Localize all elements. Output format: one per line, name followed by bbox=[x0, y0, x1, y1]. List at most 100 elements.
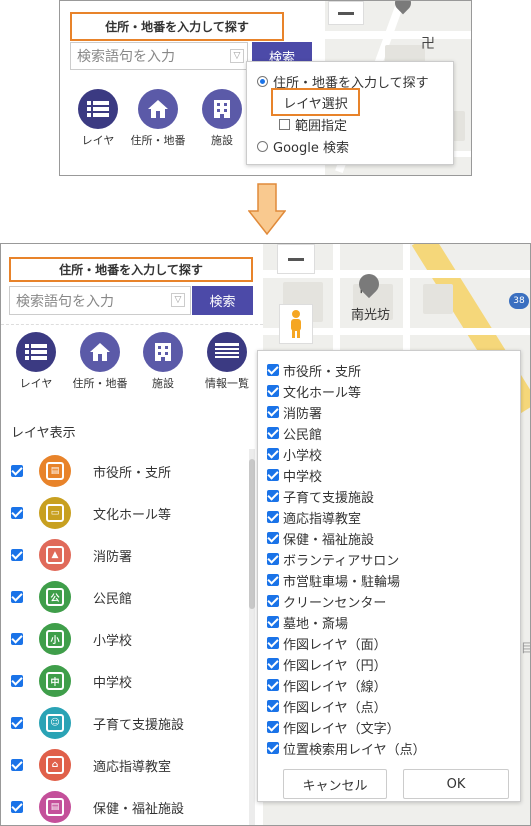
checkbox-checked-icon[interactable] bbox=[267, 595, 279, 607]
checkbox-empty-icon bbox=[279, 119, 290, 130]
checkbox-checked-icon[interactable] bbox=[11, 675, 23, 687]
dialog-layer-item[interactable]: 墓地・斎場 bbox=[267, 612, 348, 632]
layer-row[interactable]: ▲ 消防署 bbox=[11, 535, 246, 575]
checkbox-checked-icon[interactable] bbox=[267, 553, 279, 565]
radio-selected-icon bbox=[257, 76, 268, 87]
search-mode-title: 住所・地番を入力して探す bbox=[9, 257, 253, 282]
layer-select-highlight[interactable]: レイヤ選択 bbox=[271, 88, 360, 116]
checkbox-checked-icon[interactable] bbox=[267, 385, 279, 397]
search-input[interactable]: 検索語句を入力 bbox=[70, 42, 248, 70]
radio-icon bbox=[257, 141, 268, 152]
arrow-down-icon bbox=[248, 183, 286, 235]
dialog-layer-item[interactable]: クリーンセンター bbox=[267, 591, 386, 611]
checkbox-checked-icon[interactable] bbox=[267, 637, 279, 649]
community-center-icon: 公 bbox=[39, 581, 71, 613]
checkbox-checked-icon[interactable] bbox=[267, 448, 279, 460]
checkbox-checked-icon[interactable] bbox=[267, 511, 279, 523]
fire-station-icon: ▲ bbox=[39, 539, 71, 571]
checkbox-checked-icon[interactable] bbox=[11, 801, 23, 813]
dialog-layer-item[interactable]: 作図レイヤ（面） bbox=[267, 633, 387, 653]
street-view-button[interactable] bbox=[279, 304, 313, 344]
checkbox-checked-icon[interactable] bbox=[267, 679, 279, 691]
elementary-school-icon: 小 bbox=[39, 623, 71, 655]
nav-address[interactable]: 住所・地番 bbox=[68, 332, 132, 391]
checkbox-checked-icon[interactable] bbox=[267, 532, 279, 544]
dialog-layer-item[interactable]: 小学校 bbox=[267, 444, 322, 464]
option-range[interactable]: 範囲指定 bbox=[279, 115, 347, 134]
checkbox-checked-icon[interactable] bbox=[11, 759, 23, 771]
layer-row[interactable]: ⌂ 適応指導教室 bbox=[11, 745, 246, 785]
search-mode-popup: 住所・地番を入力して探す レイヤ選択 範囲指定 Google 検索 bbox=[246, 61, 454, 165]
dialog-layer-item[interactable]: 市役所・支所 bbox=[267, 360, 361, 380]
house-icon bbox=[138, 89, 178, 129]
checkbox-checked-icon[interactable] bbox=[267, 658, 279, 670]
checkbox-checked-icon[interactable] bbox=[267, 721, 279, 733]
junior-high-icon: 中 bbox=[39, 665, 71, 697]
welfare-icon: ▤ bbox=[39, 791, 71, 823]
checkbox-checked-icon[interactable] bbox=[267, 574, 279, 586]
nav-layer[interactable]: レイヤ bbox=[66, 89, 130, 148]
pegman-icon bbox=[291, 310, 301, 338]
chevron-down-icon[interactable]: ▽ bbox=[230, 49, 244, 63]
guidance-room-icon: ⌂ bbox=[39, 749, 71, 781]
dialog-layer-item[interactable]: 消防署 bbox=[267, 402, 322, 422]
scrollbar-thumb[interactable] bbox=[249, 459, 255, 609]
dialog-layer-item[interactable]: 市営駐車場・駐輪場 bbox=[267, 570, 400, 590]
checkbox-checked-icon[interactable] bbox=[11, 633, 23, 645]
zoom-out-button[interactable] bbox=[277, 244, 315, 274]
layer-row[interactable]: ▤ 市役所・支所 bbox=[11, 451, 246, 491]
checkbox-checked-icon[interactable] bbox=[267, 364, 279, 376]
search-input[interactable]: 検索語句を入力 bbox=[9, 286, 191, 315]
dialog-layer-item[interactable]: 公民館 bbox=[267, 423, 322, 443]
checkbox-checked-icon[interactable] bbox=[11, 465, 23, 477]
dialog-layer-item[interactable]: 中学校 bbox=[267, 465, 322, 485]
checkbox-checked-icon[interactable] bbox=[267, 469, 279, 481]
checkbox-checked-icon[interactable] bbox=[11, 591, 23, 603]
dialog-layer-item[interactable]: 作図レイヤ（円） bbox=[267, 654, 387, 674]
chevron-down-icon[interactable]: ▽ bbox=[171, 293, 185, 307]
dialog-layer-item[interactable]: 位置検索用レイヤ（点） bbox=[267, 738, 426, 758]
nav-layer[interactable]: レイヤ bbox=[4, 332, 68, 391]
city-hall-icon: ▤ bbox=[39, 455, 71, 487]
dialog-layer-item[interactable]: 文化ホール等 bbox=[267, 381, 361, 401]
checkbox-checked-icon[interactable] bbox=[11, 507, 23, 519]
nav-info-list[interactable]: 情報一覧 bbox=[195, 332, 259, 391]
layer-row[interactable]: 小 小学校 bbox=[11, 619, 246, 659]
nav-facility[interactable]: 施設 bbox=[131, 332, 195, 391]
checkbox-checked-icon[interactable] bbox=[267, 427, 279, 439]
checkbox-checked-icon[interactable] bbox=[11, 717, 23, 729]
scrollbar[interactable] bbox=[249, 449, 255, 825]
checkbox-checked-icon[interactable] bbox=[267, 490, 279, 502]
search-mode-title: 住所・地番を入力して探す bbox=[70, 12, 284, 41]
checkbox-checked-icon[interactable] bbox=[267, 742, 279, 754]
dialog-layer-item[interactable]: 作図レイヤ（線） bbox=[267, 675, 387, 695]
dialog-layer-item[interactable]: 子育て支援施設 bbox=[267, 486, 374, 506]
map-area-label: 南光坊 bbox=[351, 308, 391, 323]
option-google[interactable]: Google 検索 bbox=[257, 137, 349, 156]
bottom-screenshot: 卍 南光坊 38 丁目 住所・地番を入力して探す 検索語句を入力 ▽ 検索 レイ… bbox=[0, 243, 531, 826]
ok-button[interactable]: OK bbox=[403, 769, 509, 799]
cancel-button[interactable]: キャンセル bbox=[283, 769, 387, 799]
layer-row[interactable]: ▭ 文化ホール等 bbox=[11, 493, 246, 533]
dialog-layer-item[interactable]: 作図レイヤ（点） bbox=[267, 696, 387, 716]
layer-row[interactable]: 公 公民館 bbox=[11, 577, 246, 617]
zoom-out-button[interactable] bbox=[328, 1, 364, 25]
dialog-layer-item[interactable]: 作図レイヤ（文字） bbox=[267, 717, 400, 737]
dialog-layer-item[interactable]: 適応指導教室 bbox=[267, 507, 361, 527]
layer-row[interactable]: ▤ 保健・福祉施設 bbox=[11, 787, 246, 825]
layer-row[interactable]: 中 中学校 bbox=[11, 661, 246, 701]
checkbox-checked-icon[interactable] bbox=[11, 549, 23, 561]
dialog-layer-item[interactable]: ボランティアサロン bbox=[267, 549, 399, 569]
route-badge: 38 bbox=[509, 293, 529, 309]
nav-facility[interactable]: 施設 bbox=[190, 89, 254, 148]
nav-address[interactable]: 住所・地番 bbox=[126, 89, 190, 148]
checkbox-checked-icon[interactable] bbox=[267, 700, 279, 712]
search-button[interactable]: 検索 bbox=[192, 286, 253, 315]
dialog-layer-item[interactable]: 保健・福祉施設 bbox=[267, 528, 374, 548]
list-icon bbox=[16, 332, 56, 372]
childcare-icon: ☺ bbox=[39, 707, 71, 739]
layer-row[interactable]: ☺ 子育て支援施設 bbox=[11, 703, 246, 743]
checkbox-checked-icon[interactable] bbox=[267, 616, 279, 628]
checkbox-checked-icon[interactable] bbox=[267, 406, 279, 418]
top-screenshot: 卍 住所・地番を入力して探す 検索語句を入力 ▽ 検索 レイヤ 住所・地番 施設… bbox=[59, 0, 472, 176]
